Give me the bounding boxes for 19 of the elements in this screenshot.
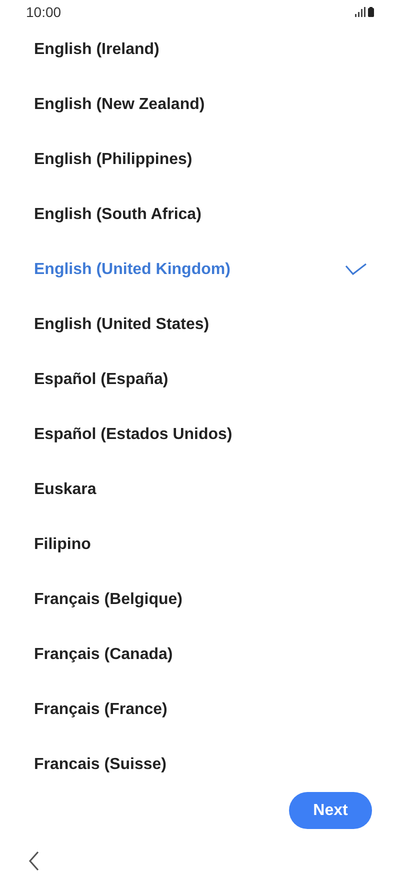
language-item[interactable]: English (South Africa) bbox=[0, 187, 401, 242]
language-item[interactable]: English (Ireland) bbox=[0, 22, 401, 77]
language-item[interactable]: Français (Canada) bbox=[0, 627, 401, 682]
language-item[interactable]: Euskara bbox=[0, 462, 401, 517]
status-time: 10:00 bbox=[26, 2, 62, 22]
language-item[interactable]: English (Philippines) bbox=[0, 132, 401, 187]
language-item[interactable]: English (United States) bbox=[0, 297, 401, 352]
back-icon[interactable] bbox=[28, 851, 40, 871]
checkmark-icon bbox=[345, 262, 367, 276]
next-button[interactable]: Next bbox=[289, 792, 372, 829]
language-item[interactable]: Francais (Suisse) bbox=[0, 737, 401, 775]
language-item[interactable]: English (United Kingdom) bbox=[0, 242, 401, 297]
language-item[interactable]: Español (Estados Unidos) bbox=[0, 407, 401, 462]
language-item[interactable]: English (New Zealand) bbox=[0, 77, 401, 132]
signal-battery-icon bbox=[355, 7, 375, 17]
language-item[interactable]: Français (Belgique) bbox=[0, 572, 401, 627]
language-item[interactable]: Español (España) bbox=[0, 352, 401, 407]
language-item[interactable]: Français (France) bbox=[0, 682, 401, 737]
language-item[interactable]: Filipino bbox=[0, 517, 401, 572]
